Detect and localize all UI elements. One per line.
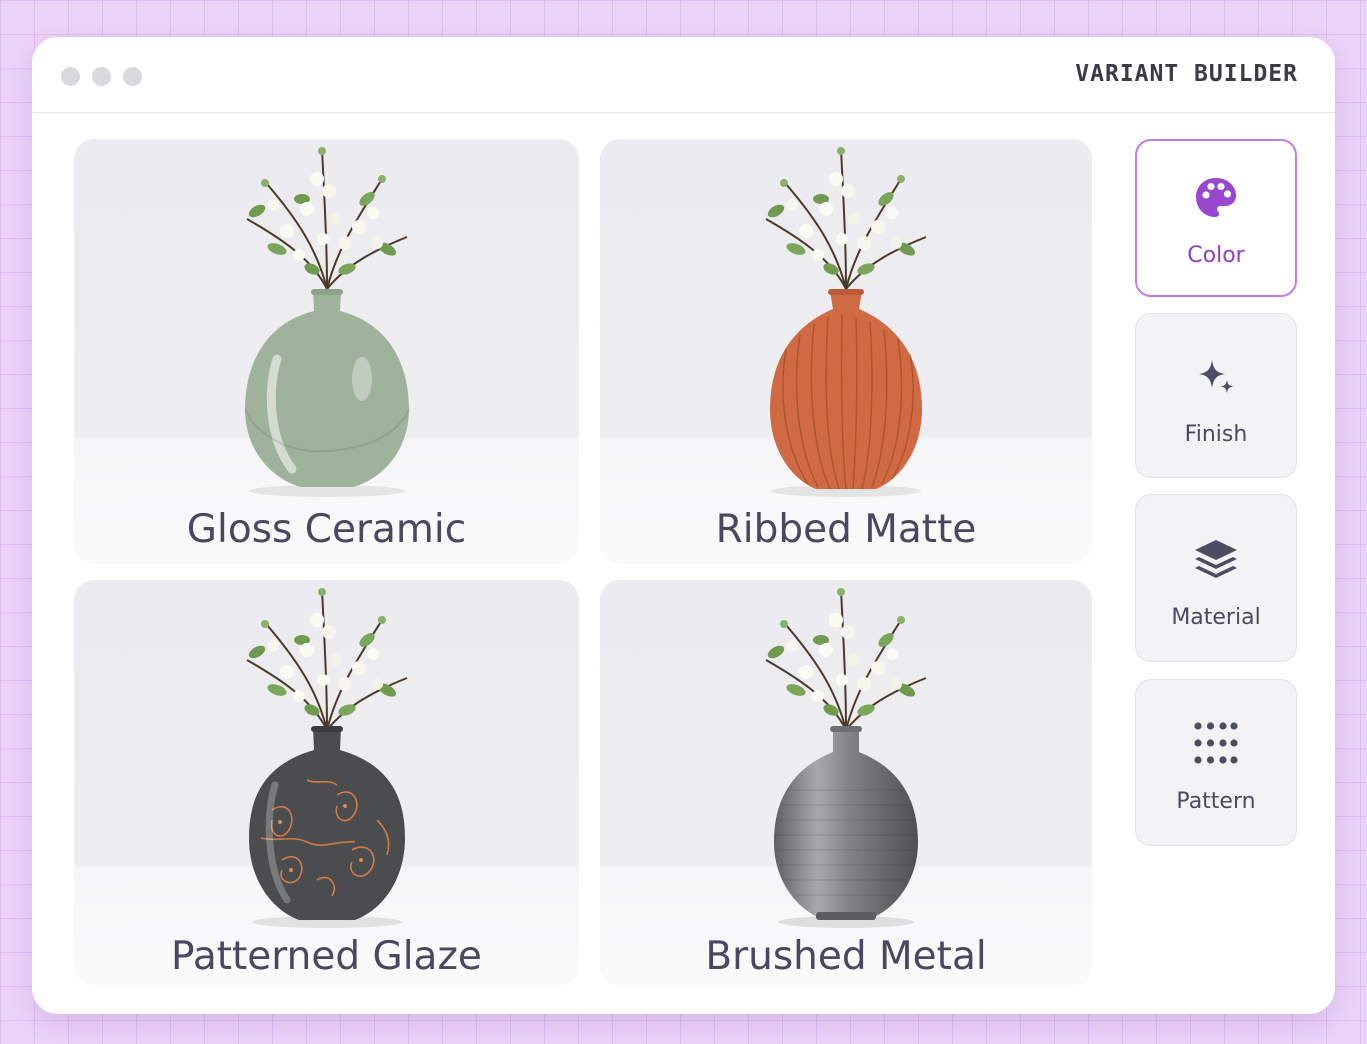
sidebar-item-label: Finish — [1184, 422, 1248, 447]
palette-icon — [1196, 178, 1236, 217]
variant-label: Patterned Glaze — [171, 934, 482, 979]
variant-card-ribbed-matte[interactable]: Ribbed Matte — [600, 139, 1092, 564]
vase-image — [764, 146, 927, 497]
sidebar-item-label: Material — [1171, 605, 1261, 630]
sidebar-item-material[interactable]: Material — [1135, 494, 1297, 662]
dot-grid-icon — [1194, 722, 1238, 764]
sidebar-item-label: Color — [1187, 243, 1245, 268]
app-window: VARIANT BUILDER Gloss Ceramic Ribbed Mat… — [32, 37, 1335, 1014]
variant-card-brushed-metal[interactable]: Brushed Metal — [600, 580, 1092, 986]
vase-image — [243, 146, 410, 497]
window-dot-maximize[interactable] — [123, 67, 142, 86]
variant-label: Gloss Ceramic — [186, 507, 467, 552]
title-bar: VARIANT BUILDER — [32, 37, 1335, 113]
sidebar-item-label: Pattern — [1176, 789, 1256, 814]
sidebar-item-color[interactable]: Color — [1135, 139, 1297, 297]
variant-label: Brushed Metal — [705, 934, 987, 979]
window-controls — [61, 67, 142, 86]
window-dot-minimize[interactable] — [92, 67, 111, 86]
variant-card-gloss-ceramic[interactable]: Gloss Ceramic — [74, 139, 579, 564]
variant-label: Ribbed Matte — [715, 507, 977, 552]
sparkle-icon — [1199, 360, 1234, 393]
vase-image — [764, 587, 927, 928]
sidebar-item-finish[interactable]: Finish — [1135, 313, 1297, 478]
variant-card-patterned-glaze[interactable]: Patterned Glaze — [74, 580, 579, 986]
vase-image — [245, 587, 408, 928]
window-dot-close[interactable] — [61, 67, 80, 86]
sidebar-item-pattern[interactable]: Pattern — [1135, 679, 1297, 846]
layers-icon — [1195, 540, 1237, 578]
app-title: VARIANT BUILDER — [1075, 61, 1298, 87]
